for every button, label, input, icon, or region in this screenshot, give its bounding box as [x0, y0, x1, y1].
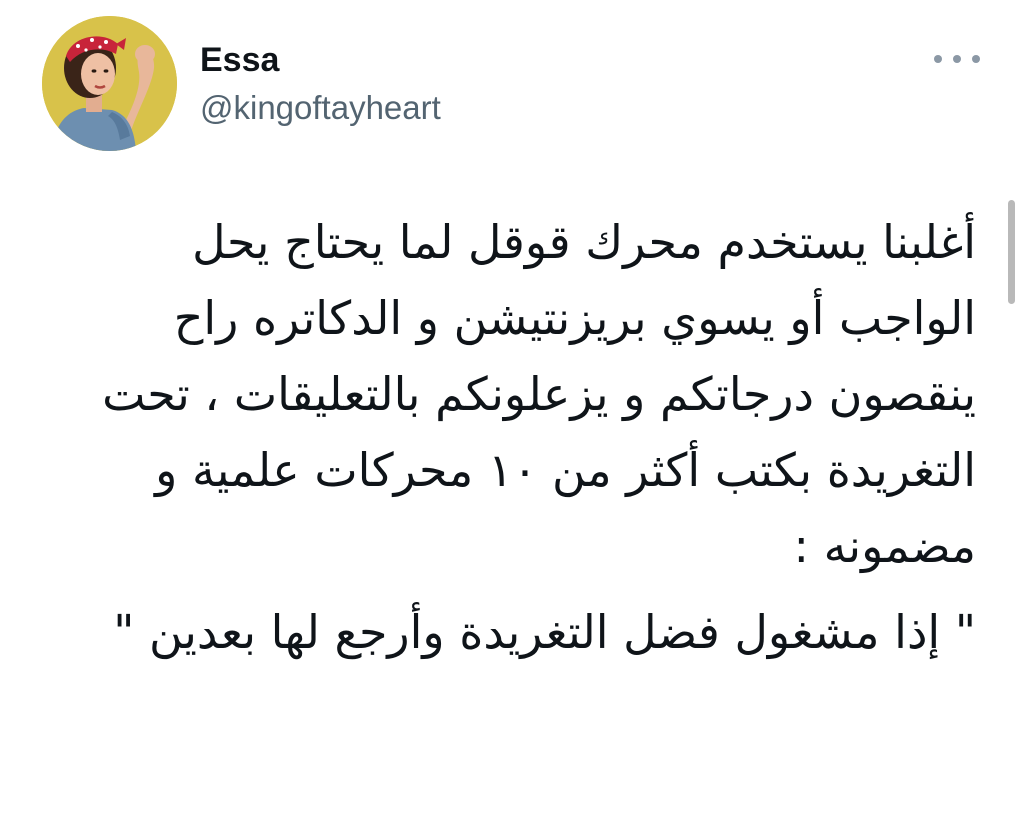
tweet-paragraph: " إذا مشغول فضل التغريدة وأرجع لها بعدين… — [113, 605, 976, 659]
more-options-icon[interactable] — [934, 44, 980, 74]
author-name[interactable]: Essa — [200, 40, 279, 80]
tweet-text: أغلبنا يستخدم محرك قوقل لما يحتاج يحل ال… — [76, 204, 976, 670]
tweet: Essa @kingoftayheart أغلبنا يستخدم محرك … — [0, 0, 1024, 829]
dot-icon — [972, 55, 980, 63]
dot-icon — [953, 55, 961, 63]
avatar-image — [42, 16, 177, 151]
dot-icon — [934, 55, 942, 63]
scrollbar[interactable] — [1008, 200, 1015, 304]
author-handle[interactable]: @kingoftayheart — [200, 88, 441, 128]
avatar[interactable] — [42, 16, 177, 151]
tweet-paragraph: أغلبنا يستخدم محرك قوقل لما يحتاج يحل ال… — [102, 215, 976, 573]
